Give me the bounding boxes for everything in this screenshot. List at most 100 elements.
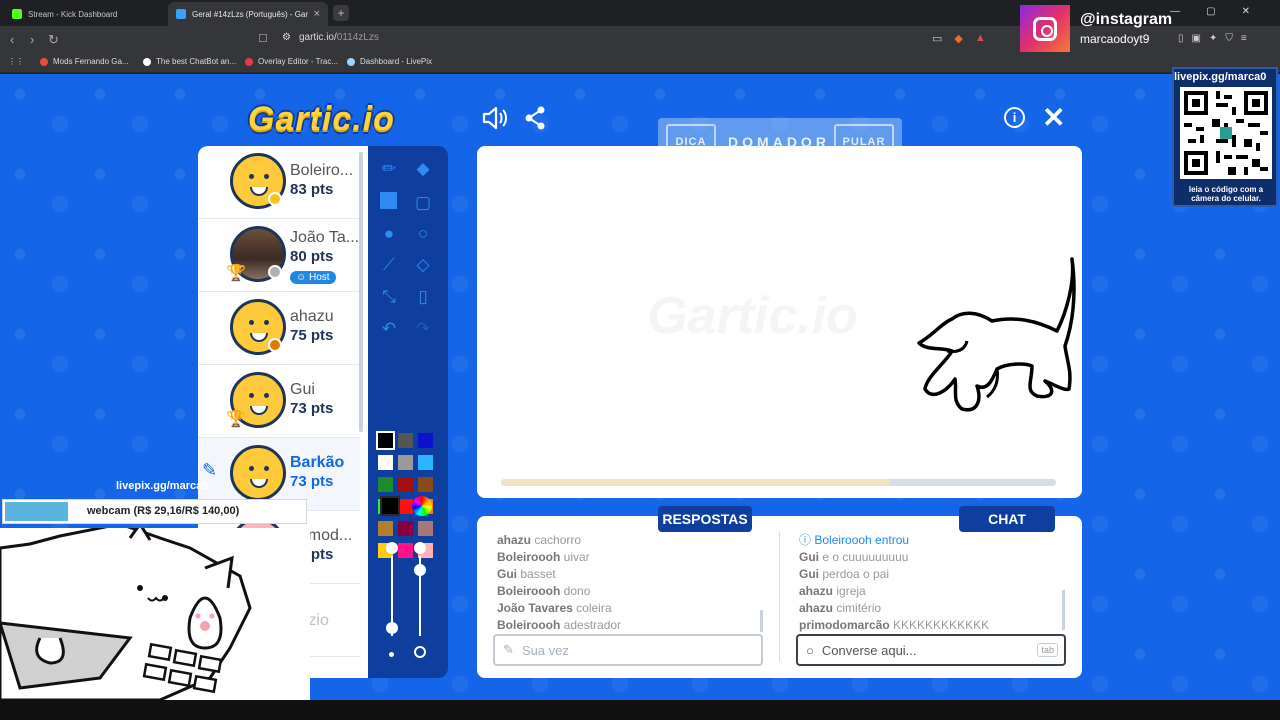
host-label: Host — [309, 272, 330, 283]
chat-scrollbar[interactable] — [1062, 590, 1065, 630]
answer-item: Boleiroooh dono — [497, 584, 591, 598]
url-field[interactable]: ⚙ gartic.io/0114zLzs — [282, 32, 379, 43]
wallet-icon[interactable]: ▣ — [1192, 33, 1201, 44]
brave-shield-icon[interactable]: ◆ — [954, 32, 962, 45]
window-close-icon[interactable]: ✕ — [1242, 6, 1250, 17]
livepix-goal-text: webcam (R$ 29,16/R$ 140,00) — [87, 505, 240, 517]
size-slider-handle[interactable] — [386, 622, 398, 634]
round-timer-fill — [501, 479, 890, 486]
color-swatch[interactable] — [418, 433, 433, 448]
url-path: 0114zLzs — [336, 32, 379, 43]
reload-icon[interactable]: ↻ — [48, 32, 59, 48]
chat-bubble-icon: ○ — [806, 642, 814, 658]
eyedropper-icon[interactable]: ⤡ — [378, 286, 400, 308]
color-swatch[interactable] — [398, 521, 413, 536]
bottom-strip — [0, 700, 1280, 720]
player-name: João Ta... — [290, 229, 360, 246]
bookmark-icon[interactable]: ☐ — [258, 32, 268, 45]
player-item[interactable]: 🏆 João Ta... 80 pts ☺ Host — [198, 219, 360, 292]
bookmark-item[interactable]: Dashboard - LivePix — [347, 57, 432, 66]
player-item[interactable]: ahazu 75 pts — [198, 292, 360, 365]
tab-kick-dashboard[interactable]: Stream - Kick Dashboard — [4, 2, 168, 26]
answer-input[interactable]: ✎ Sua vez — [493, 634, 763, 666]
opacity-slider-knob[interactable] — [414, 542, 426, 554]
player-points: 73 pts — [290, 473, 334, 490]
color-swatch[interactable] — [398, 477, 413, 492]
current-color-swatch — [380, 496, 400, 516]
trophy-icon: 🏆 — [226, 411, 246, 428]
share-icon[interactable] — [524, 106, 546, 130]
answers-list: ahazu cachorro Boleiroooh uivar Gui bass… — [497, 532, 621, 634]
answers-scrollbar[interactable] — [760, 610, 763, 632]
opacity-slider-handle[interactable] — [414, 564, 426, 576]
color-swatch[interactable] — [418, 477, 433, 492]
color-wheel-icon[interactable] — [412, 496, 432, 516]
answers-header: RESPOSTAS — [658, 506, 752, 532]
close-tab-icon[interactable]: × — [314, 8, 320, 20]
color-swatch[interactable] — [378, 477, 393, 492]
player-item[interactable]: 🏆 Gui 73 pts — [198, 365, 360, 438]
color-swatch[interactable] — [398, 455, 413, 470]
color-swatch[interactable] — [378, 521, 393, 536]
chat-message: primodomarcão KKKKKKKKKKKK — [799, 618, 990, 632]
info-icon[interactable]: i — [1004, 107, 1025, 128]
fill-tool-icon[interactable]: ◆ — [412, 158, 434, 180]
eraser-icon[interactable]: ◇ — [412, 254, 434, 276]
sidebar-icon[interactable]: ▯ — [1178, 33, 1184, 44]
redo-icon[interactable]: ↷ — [412, 318, 434, 340]
bookmark-item[interactable]: The best ChatBot an... — [143, 57, 236, 66]
bookmark-favicon-icon — [40, 57, 48, 66]
rectangle-outline-icon[interactable]: ▢ — [412, 192, 434, 214]
trophy-icon: 🏆 — [226, 265, 246, 282]
filled-rectangle-icon[interactable] — [380, 192, 397, 209]
menu-icon[interactable]: ≡ — [1241, 33, 1247, 44]
color-swatch[interactable] — [378, 455, 393, 470]
back-icon[interactable]: ‹ — [10, 32, 14, 47]
circle-outline-icon[interactable]: ○ — [412, 223, 434, 245]
vpn-icon[interactable]: ⛉ — [1225, 33, 1233, 44]
maximize-icon[interactable]: ▢ — [1206, 6, 1215, 17]
players-scrollbar[interactable] — [359, 152, 363, 432]
rewards-icon[interactable]: ▲ — [975, 32, 986, 45]
close-icon[interactable]: ✕ — [1042, 101, 1065, 134]
bookmark-favicon-icon — [245, 57, 253, 66]
color-swatch[interactable] — [376, 431, 395, 450]
host-badge: ☺ Host — [290, 271, 336, 284]
forward-icon[interactable]: › — [30, 32, 34, 47]
color-swatch[interactable] — [398, 433, 413, 448]
color-swatch[interactable] — [418, 455, 433, 470]
player-item[interactable]: Boleiro... 83 pts — [198, 146, 360, 219]
bookmark-item[interactable]: Overlay Editor - Trac... — [245, 57, 338, 66]
tab-gartic[interactable]: Geral #14zLzs (Português) - Gart × — [168, 2, 328, 26]
filled-circle-icon[interactable]: ● — [378, 223, 400, 245]
avatar — [230, 445, 286, 501]
undo-icon[interactable]: ↶ — [378, 318, 400, 340]
cast-icon[interactable]: ▭ — [932, 32, 942, 45]
qr-caption: leia o código com a câmera do celular. — [1188, 185, 1264, 203]
sound-icon[interactable] — [482, 106, 508, 130]
drawing-canvas[interactable]: Gartic.io — [477, 146, 1082, 498]
size-slider-knob[interactable] — [386, 542, 398, 554]
color-swatch[interactable] — [418, 521, 433, 536]
apps-icon[interactable]: ⋮⋮ — [8, 57, 24, 66]
qr-url: livepix.gg/marca0 — [1174, 71, 1267, 83]
clear-page-icon[interactable]: ▯ — [412, 286, 434, 308]
chat-message: ahazu cimitério — [799, 601, 882, 615]
chat-header: CHAT — [959, 506, 1055, 532]
color-swatch[interactable] — [398, 543, 413, 558]
chat-message: Gui e o cuuuuuuuuu — [799, 550, 909, 564]
new-tab-button[interactable]: + — [333, 5, 349, 21]
gartic-logo: Gartic.io — [248, 100, 395, 138]
color-swatch[interactable] — [398, 499, 413, 514]
chat-input[interactable]: ○ Converse aqui... tab — [796, 634, 1066, 666]
instagram-user: marcaodoyt9 — [1080, 32, 1150, 46]
extensions-icon[interactable]: ✦ — [1209, 33, 1217, 44]
bookmark-item[interactable]: Mods Fernando Ga... — [40, 57, 129, 66]
toolbar-actions: ▯ ▣ ✦ ⛉ ≡ — [1178, 33, 1247, 44]
livepix-url: livepix.gg/marca0 — [116, 480, 209, 492]
pencil-tool-icon[interactable]: ✏ — [378, 158, 400, 180]
bongo-cat-overlay — [0, 521, 310, 702]
line-tool-icon[interactable]: ⟋ — [378, 254, 400, 276]
site-info-icon[interactable]: ⚙ — [282, 32, 291, 43]
chat-placeholder: Converse aqui... — [821, 642, 917, 658]
